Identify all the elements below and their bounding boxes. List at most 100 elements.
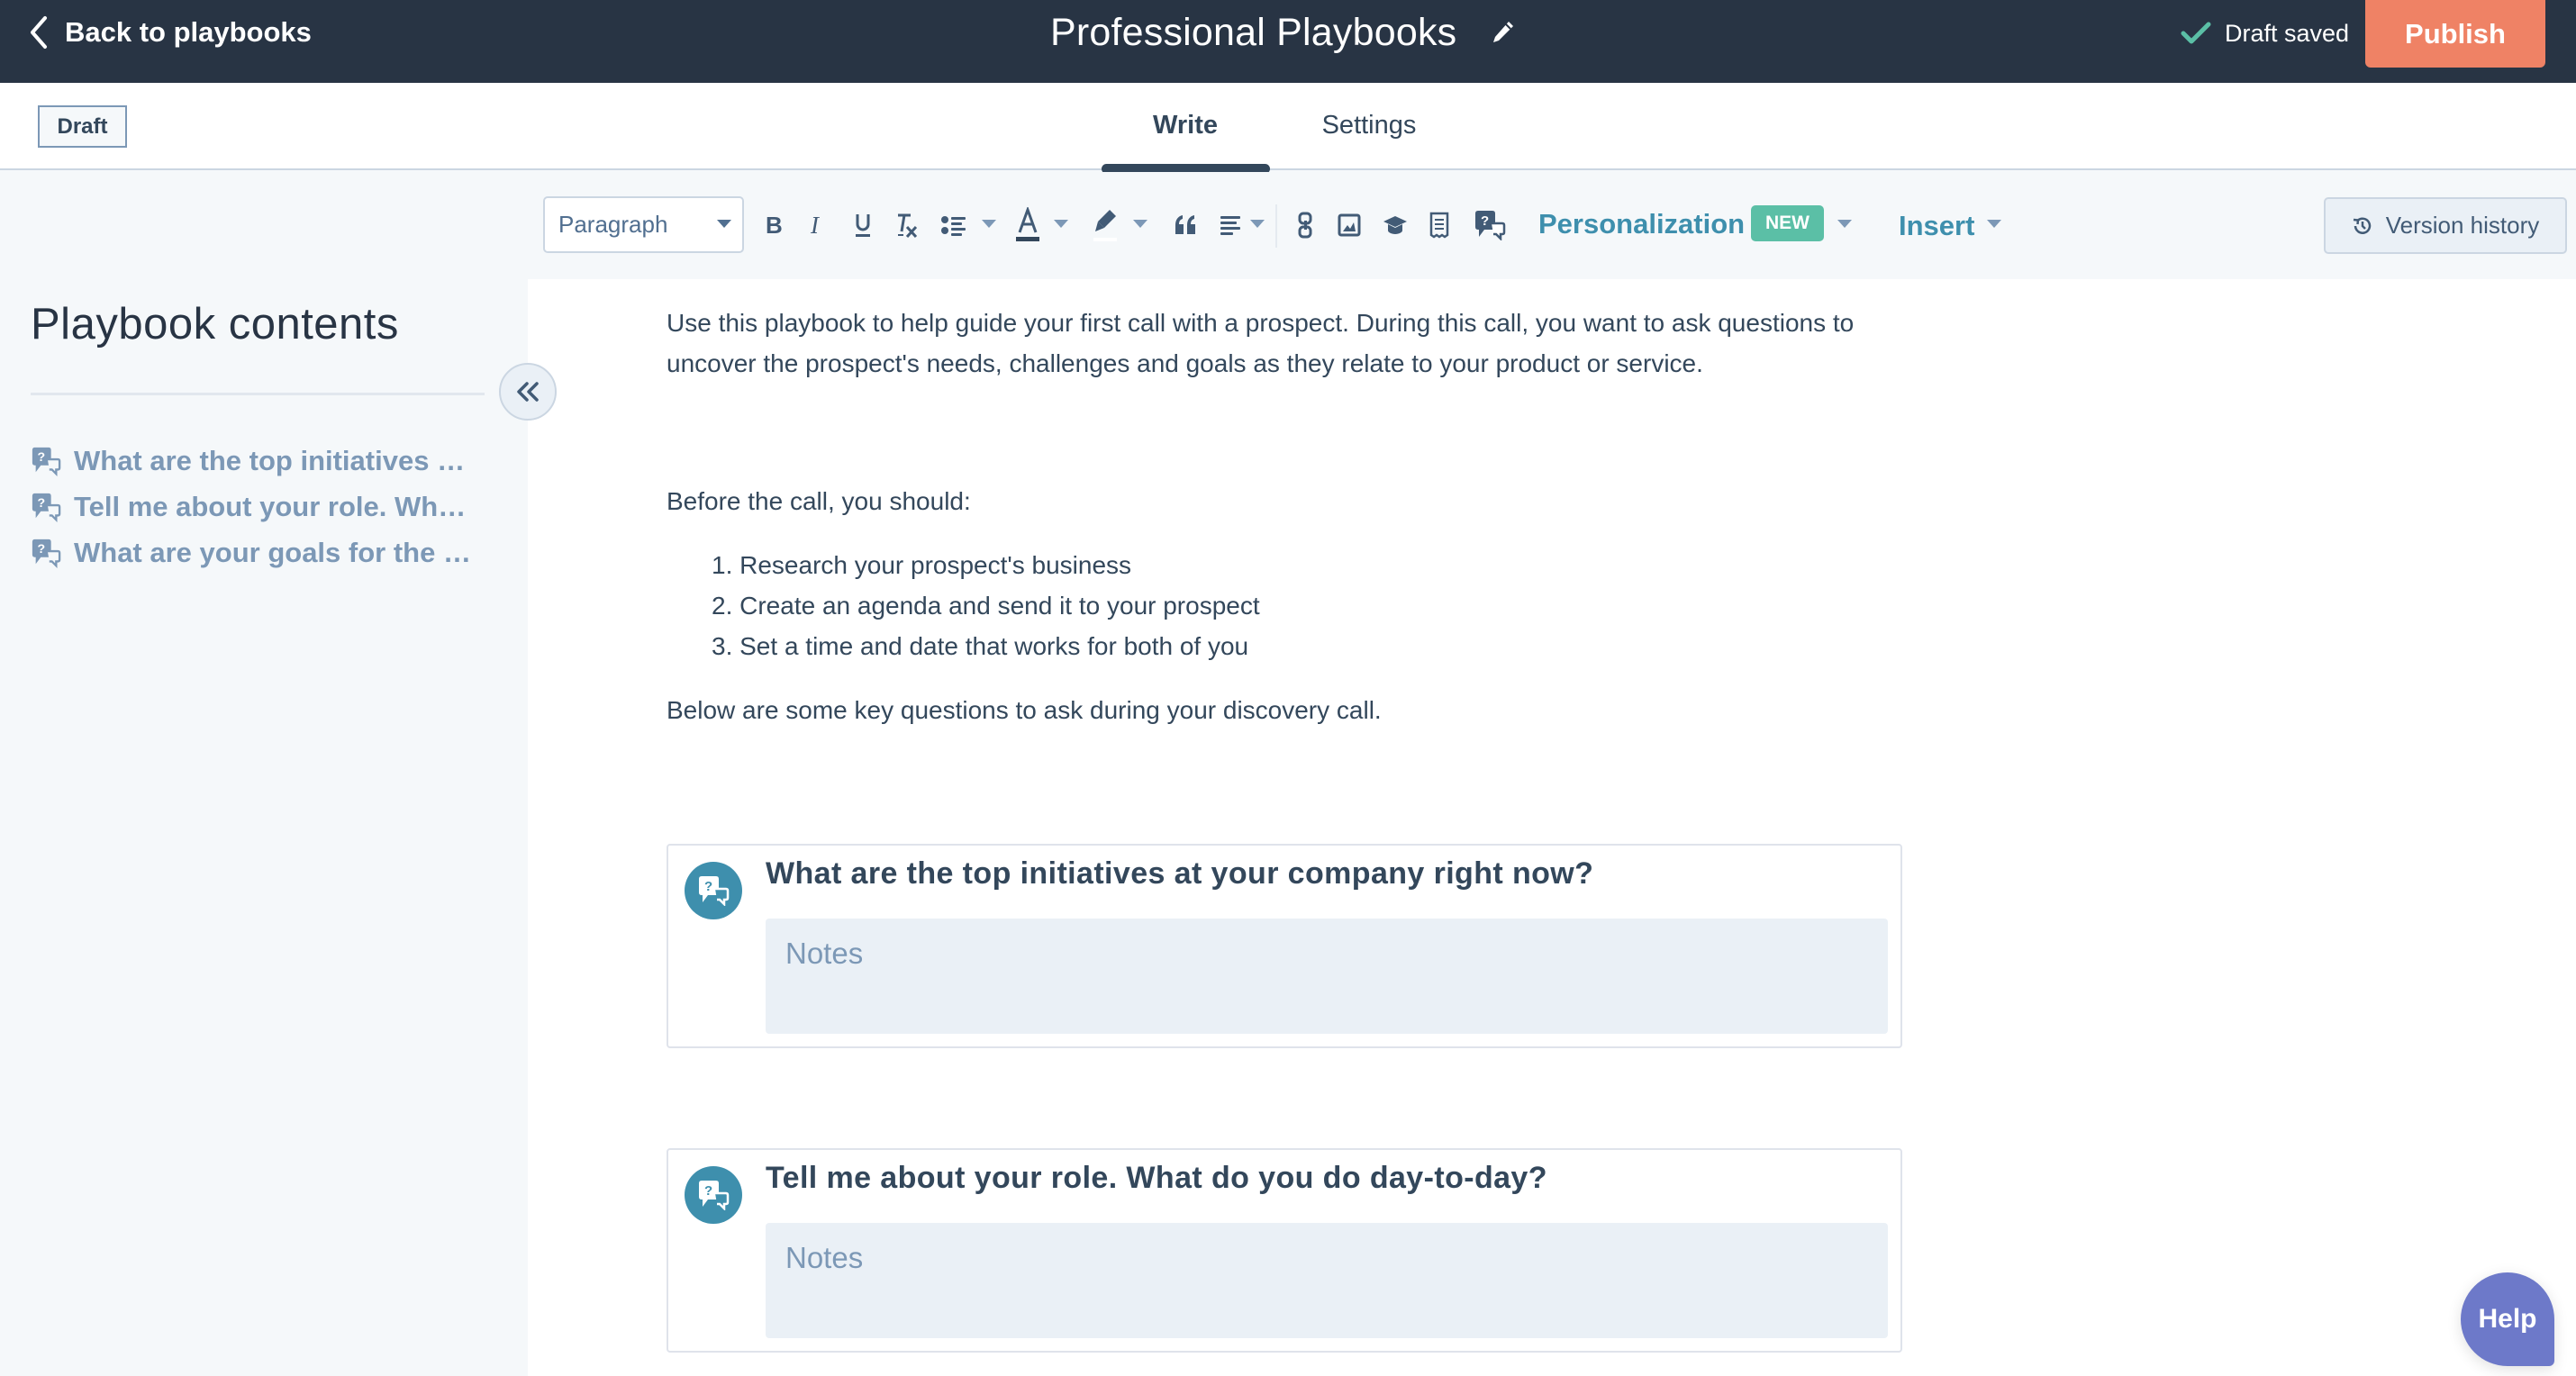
quote-icon bbox=[1175, 215, 1195, 234]
bold-button[interactable]: B bbox=[762, 206, 785, 244]
help-button[interactable]: Help bbox=[2461, 1272, 2554, 1366]
editor-toolbar: Paragraph B I ? Personalization NEW Inse… bbox=[0, 172, 2576, 279]
block-format-value: Paragraph bbox=[558, 211, 668, 238]
underline-button[interactable] bbox=[852, 206, 874, 244]
italic-button[interactable]: I bbox=[807, 206, 827, 244]
question-bubble-icon: ? bbox=[699, 1181, 730, 1210]
question-button[interactable]: ? bbox=[1472, 206, 1508, 244]
bulleted-list-icon bbox=[941, 216, 966, 236]
text-color-button[interactable] bbox=[1014, 206, 1041, 244]
question-badge: ? bbox=[685, 862, 742, 919]
question-badge: ? bbox=[685, 1166, 742, 1224]
contents-item[interactable]: ? What are the top initiatives at your c… bbox=[31, 438, 490, 484]
back-label: Back to playbooks bbox=[65, 16, 312, 48]
list-button[interactable] bbox=[940, 206, 967, 244]
question-bubble-icon: ? bbox=[32, 539, 61, 568]
caret-down-icon bbox=[717, 220, 731, 228]
step-item: 1. Research your prospect's business bbox=[712, 551, 1132, 579]
contents-item-label: What are your goals for the year? bbox=[74, 536, 479, 568]
editor-content[interactable]: Use this playbook to help guide your fir… bbox=[667, 303, 1900, 730]
save-status: Draft saved bbox=[2180, 16, 2349, 50]
link-icon bbox=[1298, 212, 1312, 239]
page-title: Professional Playbooks bbox=[1050, 10, 1457, 54]
svg-text:?: ? bbox=[704, 1183, 712, 1199]
course-button[interactable] bbox=[1382, 206, 1409, 244]
highlight-dropdown-caret[interactable] bbox=[1133, 220, 1147, 228]
save-status-text: Draft saved bbox=[2225, 19, 2350, 47]
image-button[interactable] bbox=[1337, 206, 1362, 244]
question-bubble-icon: ? bbox=[699, 876, 730, 906]
publish-button[interactable]: Publish bbox=[2365, 0, 2545, 68]
svg-text:?: ? bbox=[1481, 213, 1489, 229]
contents-list: ? What are the top initiatives at your c… bbox=[31, 438, 490, 575]
below-paragraph: Below are some key questions to ask duri… bbox=[667, 696, 1382, 724]
tab-settings[interactable]: Settings bbox=[1290, 103, 1448, 148]
question-title: What are the top initiatives at your com… bbox=[766, 856, 1594, 891]
svg-text:?: ? bbox=[38, 542, 46, 557]
graduation-cap-icon bbox=[1383, 216, 1407, 234]
text-color-dropdown-caret[interactable] bbox=[1054, 220, 1068, 228]
block-format-select[interactable]: Paragraph bbox=[543, 196, 744, 253]
back-to-playbooks-link[interactable]: Back to playbooks bbox=[27, 13, 312, 52]
svg-text:B: B bbox=[766, 213, 783, 237]
collapse-sidebar-button[interactable] bbox=[499, 363, 557, 421]
align-left-icon bbox=[1220, 216, 1240, 235]
playbook-contents-sidebar: Playbook contents ? What are the top ini… bbox=[0, 279, 528, 1376]
highlight-button[interactable] bbox=[1092, 206, 1119, 244]
tab-bar: Draft Write Settings bbox=[0, 83, 2576, 174]
personalization-dropdown-caret[interactable] bbox=[1837, 220, 1852, 228]
contents-item[interactable]: ? What are your goals for the year? bbox=[31, 530, 490, 575]
question-title: Tell me about your role. What do you do … bbox=[766, 1161, 1547, 1195]
question-bubble-icon: ? bbox=[32, 447, 61, 476]
svg-text:I: I bbox=[810, 213, 821, 237]
checkmark-icon bbox=[2181, 22, 2211, 44]
align-dropdown-caret[interactable] bbox=[1250, 220, 1265, 228]
insert-dropdown-caret[interactable] bbox=[1987, 220, 2001, 228]
underline-icon bbox=[856, 214, 870, 237]
notes-field[interactable] bbox=[766, 919, 1888, 1034]
notes-field[interactable] bbox=[766, 1223, 1888, 1338]
personalization-button[interactable]: Personalization bbox=[1538, 204, 1745, 244]
italic-icon: I bbox=[810, 213, 821, 237]
intro-paragraph: Use this playbook to help guide your fir… bbox=[667, 309, 1855, 377]
toolbar-divider bbox=[1275, 204, 1277, 248]
new-badge: NEW bbox=[1751, 205, 1824, 241]
top-nav-bar: Back to playbooks Professional Playbooks… bbox=[0, 0, 2576, 83]
double-chevron-left-icon bbox=[517, 382, 539, 402]
image-icon bbox=[1338, 213, 1361, 237]
svg-text:?: ? bbox=[38, 496, 46, 511]
step-item: 3. Set a time and date that works for bo… bbox=[712, 632, 1249, 660]
contents-item[interactable]: ? Tell me about your role. What do you d… bbox=[31, 484, 490, 530]
align-button[interactable] bbox=[1220, 206, 1243, 244]
chevron-left-icon bbox=[31, 16, 47, 49]
clear-formatting-icon bbox=[898, 213, 918, 239]
list-dropdown-caret[interactable] bbox=[982, 220, 996, 228]
question-card: ? Tell me about your role. What do you d… bbox=[667, 1148, 1902, 1353]
editor-canvas[interactable]: Use this playbook to help guide your fir… bbox=[528, 279, 2576, 1376]
sidebar-divider bbox=[31, 393, 485, 395]
history-icon bbox=[2353, 217, 2371, 234]
text-color-icon bbox=[1016, 207, 1039, 241]
insert-button[interactable]: Insert bbox=[1899, 206, 1974, 246]
question-card: ? What are the top initiatives at your c… bbox=[667, 844, 1902, 1048]
document-button[interactable] bbox=[1429, 206, 1450, 244]
pencil-icon[interactable] bbox=[1489, 19, 1516, 46]
clear-formatting-button[interactable] bbox=[895, 206, 919, 244]
svg-text:?: ? bbox=[704, 879, 712, 894]
question-bubble-icon: ? bbox=[1475, 211, 1506, 240]
sidebar-title: Playbook contents bbox=[31, 300, 399, 349]
document-icon bbox=[1429, 212, 1449, 239]
tab-write[interactable]: Write bbox=[1102, 103, 1269, 148]
status-badge: Draft bbox=[38, 105, 127, 148]
bold-icon: B bbox=[766, 213, 783, 237]
steps-list: 1. Research your prospect's business 2. … bbox=[667, 545, 1900, 666]
blockquote-button[interactable] bbox=[1173, 206, 1198, 244]
svg-text:?: ? bbox=[38, 450, 46, 465]
link-button[interactable] bbox=[1295, 206, 1315, 244]
title-group: Professional Playbooks bbox=[1050, 7, 1516, 58]
step-item: 2. Create an agenda and send it to your … bbox=[712, 592, 1260, 620]
version-history-label: Version history bbox=[2385, 212, 2540, 239]
contents-item-label: Tell me about your role. What do you do … bbox=[74, 490, 479, 522]
version-history-button[interactable]: Version history bbox=[2324, 197, 2567, 254]
before-call-paragraph: Before the call, you should: bbox=[667, 487, 971, 515]
